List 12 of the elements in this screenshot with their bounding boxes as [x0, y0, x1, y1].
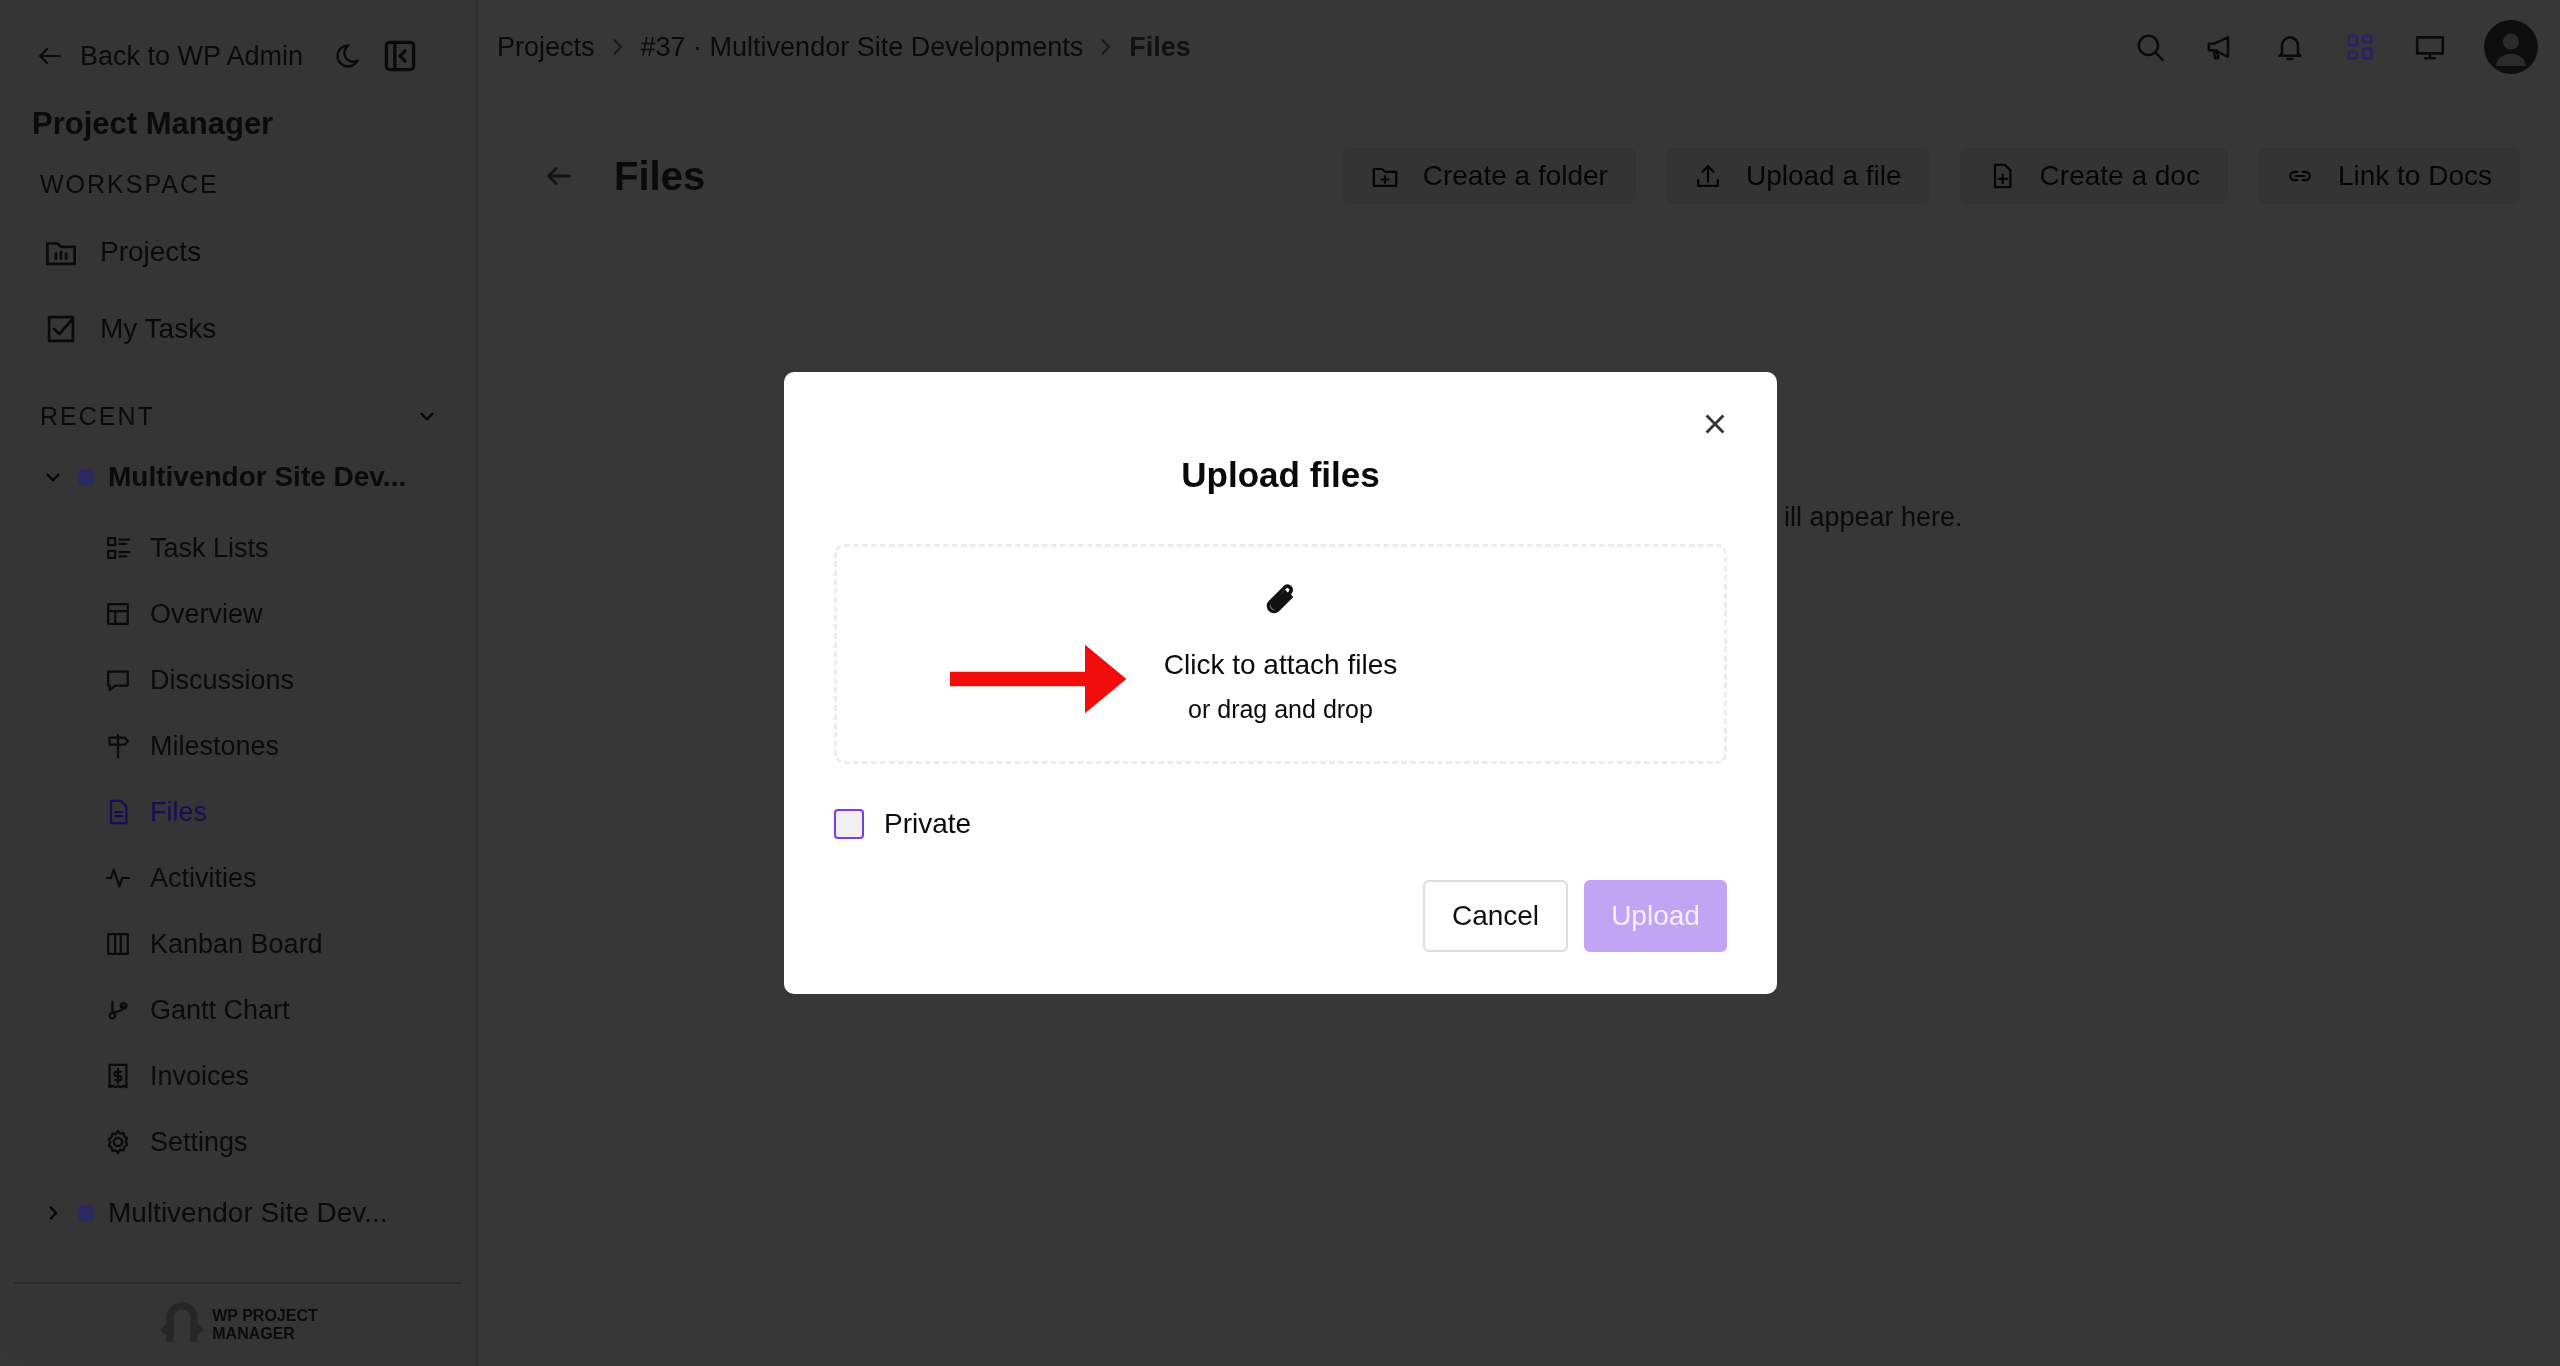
nav-icon — [104, 600, 132, 628]
dropzone-prompt[interactable]: Click to attach files — [1163, 649, 1398, 681]
collapse-sidebar-icon[interactable] — [383, 39, 418, 73]
dialog-title: Upload files — [1180, 454, 1381, 496]
dropzone-hint: or drag and drop — [1188, 695, 1373, 724]
cancel-button[interactable]: Cancel — [1423, 880, 1568, 952]
avatar[interactable] — [2484, 20, 2538, 74]
nav-icon — [104, 534, 132, 562]
private-checkbox[interactable] — [834, 809, 864, 839]
checkbox-label: Private — [884, 808, 972, 840]
dropzone[interactable]: Click to attach files or drag and drop — [834, 544, 1727, 764]
nav-icon — [104, 930, 132, 958]
